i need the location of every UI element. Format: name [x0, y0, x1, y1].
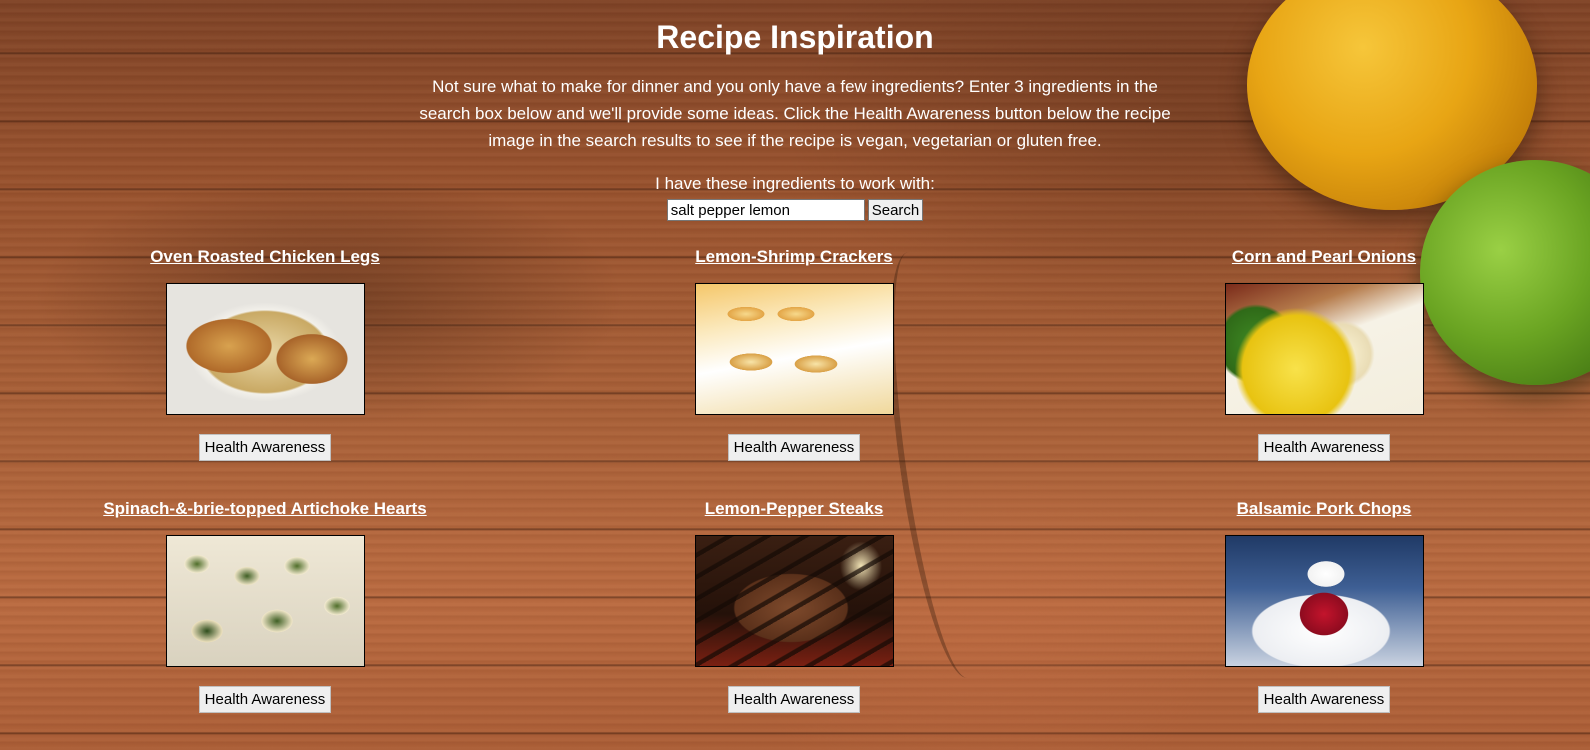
recipe-title-link[interactable]: Spinach-&-brie-topped Artichoke Hearts	[103, 498, 426, 520]
recipe-image-artichoke-hearts	[165, 535, 365, 667]
health-awareness-button[interactable]: Health Awareness	[198, 434, 332, 461]
recipe-image-steaks	[694, 535, 894, 667]
search-form: Search	[0, 198, 1590, 222]
recipe-card: Lemon-Pepper Steaks Health Awareness	[529, 498, 1059, 713]
recipe-card: Spinach-&-brie-topped Artichoke Hearts H…	[0, 498, 530, 713]
search-button[interactable]: Search	[867, 199, 924, 221]
intro-text: Not sure what to make for dinner and you…	[419, 77, 1171, 150]
ingredients-search-input[interactable]	[666, 199, 865, 221]
recipe-title-link[interactable]: Oven Roasted Chicken Legs	[150, 246, 380, 268]
recipe-card: Lemon-Shrimp Crackers Health Awareness	[529, 246, 1059, 461]
ingredients-prompt: I have these ingredients to work with:	[655, 174, 935, 193]
recipe-title-link[interactable]: Balsamic Pork Chops	[1237, 498, 1412, 520]
recipe-title-link[interactable]: Lemon-Shrimp Crackers	[695, 246, 892, 268]
health-awareness-button[interactable]: Health Awareness	[727, 434, 861, 461]
recipe-title-link[interactable]: Corn and Pearl Onions	[1232, 246, 1416, 268]
recipe-title-link[interactable]: Lemon-Pepper Steaks	[705, 498, 884, 520]
recipe-image-corn-onions	[1224, 283, 1424, 415]
health-awareness-button[interactable]: Health Awareness	[198, 686, 332, 713]
search-section: Recipe Inspiration Not sure what to make…	[0, 0, 1590, 222]
recipe-image-shrimp-crackers	[694, 283, 894, 415]
health-awareness-button[interactable]: Health Awareness	[727, 686, 861, 713]
page-title: Recipe Inspiration	[656, 19, 934, 55]
recipe-card: Balsamic Pork Chops Health Awareness	[1059, 498, 1589, 713]
recipe-card: Oven Roasted Chicken Legs Health Awarene…	[0, 246, 530, 461]
health-awareness-button[interactable]: Health Awareness	[1257, 686, 1391, 713]
recipe-image-pork-chops	[1224, 535, 1424, 667]
recipe-card: Corn and Pearl Onions Health Awareness	[1059, 246, 1589, 461]
recipe-image-chicken-legs	[165, 283, 365, 415]
health-awareness-button[interactable]: Health Awareness	[1257, 434, 1391, 461]
